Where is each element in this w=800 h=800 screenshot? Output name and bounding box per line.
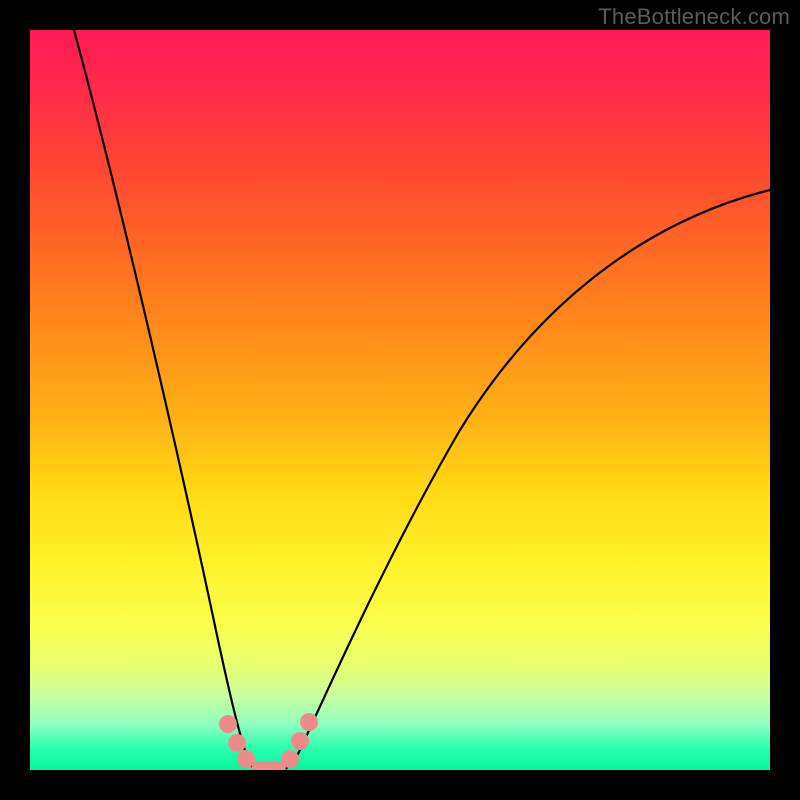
chart-frame: TheBottleneck.com xyxy=(0,0,800,800)
watermark-text: TheBottleneck.com xyxy=(598,4,790,30)
marker-dot xyxy=(281,750,299,768)
marker-group xyxy=(219,713,318,770)
marker-dot xyxy=(228,734,246,752)
plot-area xyxy=(30,30,770,770)
marker-dot xyxy=(291,732,309,750)
curve-layer xyxy=(30,30,770,770)
marker-dot xyxy=(219,715,237,733)
bottleneck-curve xyxy=(74,30,770,770)
marker-dot xyxy=(300,713,318,731)
marker-pill xyxy=(252,761,286,770)
